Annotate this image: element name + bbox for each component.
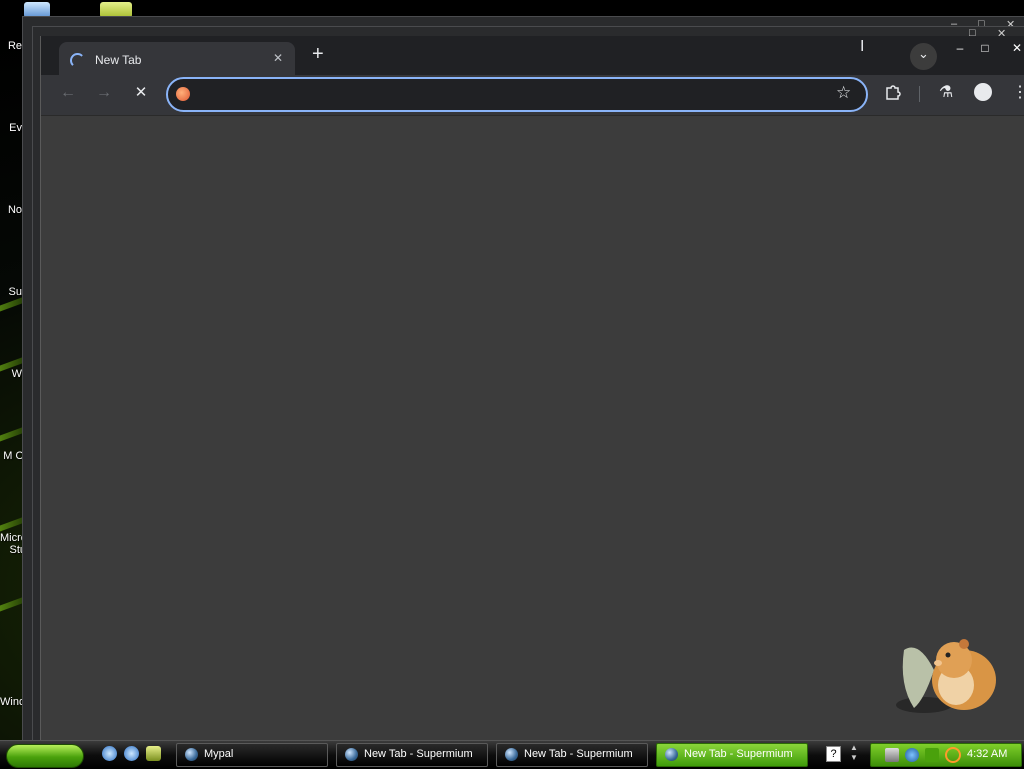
toolbar-divider [919, 86, 920, 102]
taskbar-item-supermium[interactable]: New Tab - Supermium [496, 743, 648, 767]
desktop-icon-label[interactable]: M O [0, 450, 24, 462]
taskbar: Mypal New Tab - Supermium New Tab - Supe… [0, 740, 1024, 769]
extensions-puzzle-icon[interactable] [882, 83, 904, 105]
taskbar-item-label: Mypal [204, 748, 234, 760]
close-window-icon[interactable]: ✕ [1006, 39, 1024, 57]
tab-new-tab[interactable]: New Tab ✕ [59, 42, 295, 76]
supermium-icon [665, 748, 678, 761]
hamster-quicklaunch-icon[interactable] [146, 746, 161, 761]
profile-avatar-icon[interactable] [974, 83, 992, 101]
taskbar-item-label: New Tab - Supermium [524, 748, 633, 760]
taskbar-item-supermium[interactable]: New Tab - Supermium [336, 743, 488, 767]
search-engine-icon [176, 87, 190, 101]
maximize-icon[interactable]: □ [974, 39, 996, 57]
forward-arrow-icon[interactable]: → [93, 83, 115, 105]
tray-app-icon[interactable] [905, 748, 919, 762]
labs-flask-icon[interactable]: ⚗ [935, 83, 957, 105]
taskbar-item-label: New Tab - Supermium [684, 748, 793, 760]
browser-quicklaunch-icon[interactable] [124, 746, 139, 761]
new-tab-icon[interactable]: + [312, 43, 324, 66]
taskbar-item-mypal[interactable]: Mypal [176, 743, 328, 767]
taskbar-item-label: New Tab - Supermium [364, 748, 473, 760]
help-icon[interactable]: ? [826, 746, 841, 762]
supermium-icon [345, 748, 358, 761]
taskbar-item-supermium-active[interactable]: New Tab - Supermium [656, 743, 808, 767]
desktop-icon-label[interactable]: Re [0, 40, 22, 52]
stop-loading-icon[interactable]: ✕ [130, 83, 152, 105]
tray-app-icon[interactable] [925, 748, 939, 762]
ie-quicklaunch-icon[interactable] [102, 746, 117, 761]
address-bar[interactable]: ☆ [166, 77, 868, 112]
menu-kebab-icon[interactable]: ⋮ [1009, 83, 1024, 105]
back-arrow-icon[interactable]: ← [57, 83, 79, 105]
browser-window: New Tab ✕ + I ⌄ – □ ✕ ← → ✕ ⚗ ⋮ ☆ [40, 36, 1024, 740]
desktop-icon-label[interactable]: Ev [0, 122, 22, 134]
tab-title: New Tab [95, 53, 142, 67]
desktop-icon-label[interactable]: No [0, 204, 22, 216]
bookmark-star-icon[interactable]: ☆ [836, 83, 851, 103]
close-tab-icon[interactable]: ✕ [273, 51, 283, 65]
text-cursor-icon: I [860, 38, 865, 55]
system-tray: 4:32 AM [870, 743, 1022, 767]
minimize-icon[interactable]: – [949, 39, 971, 57]
hamster-mascot-image[interactable] [894, 630, 1004, 720]
search-icon[interactable] [945, 747, 961, 763]
desktop-icon-label[interactable]: Su [0, 286, 22, 298]
clock[interactable]: 4:32 AM [967, 748, 1007, 760]
loading-spinner-icon [70, 53, 85, 68]
scroll-arrows-icon[interactable]: ▲ ▼ [850, 743, 858, 763]
page-content [47, 116, 1024, 740]
start-button[interactable] [6, 744, 84, 768]
supermium-icon [505, 748, 518, 761]
tab-search-icon[interactable]: ⌄ [910, 43, 937, 70]
desktop-icon-label[interactable]: Wind [0, 696, 22, 708]
tab-strip: New Tab ✕ + I ⌄ – □ ✕ [41, 36, 1024, 76]
desktop-icon-label[interactable]: W [0, 368, 22, 380]
network-icon[interactable] [885, 748, 899, 762]
mypal-icon [185, 748, 198, 761]
